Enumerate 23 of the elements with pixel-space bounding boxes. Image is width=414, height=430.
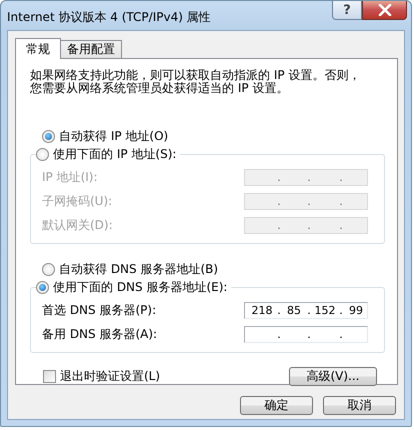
dialog-button[interactable]: 取消 — [323, 396, 396, 415]
tab[interactable]: 备用配置 — [60, 40, 122, 58]
description-text: 如果网络支持此功能，则可以获取自动指派的 IP 设置。否则，您需要从网络系统管理员处获得适当的 IP 设置。 — [30, 69, 362, 95]
advanced-button[interactable]: 高级(V)... — [289, 367, 377, 386]
field-label: IP 地址(I): — [42, 168, 98, 186]
ip-field[interactable]: . . . — [244, 326, 368, 342]
field-label: 默认网关(D): — [42, 216, 113, 234]
ip-field[interactable]: 218 . 85 . 152 . 99 — [244, 302, 368, 318]
field-label: 子网掩码(U): — [42, 192, 112, 210]
window-title: Internet 协议版本 4 (TCP/IPv4) 属性 — [7, 9, 212, 26]
help-button[interactable]: ? — [332, 1, 362, 20]
tab[interactable]: 常规 — [15, 38, 61, 59]
checkbox-label[interactable]: 退出时验证设置(L) — [60, 368, 160, 385]
dialog-button[interactable]: 确定 — [240, 396, 313, 415]
field-label: 首选 DNS 服务器(P): — [42, 302, 156, 318]
radio-button[interactable] — [36, 280, 49, 294]
radio-label[interactable]: 自动获得 DNS 服务器地址(B) — [59, 260, 218, 278]
radio-button[interactable] — [42, 262, 55, 276]
checkbox[interactable] — [43, 370, 56, 383]
close-icon — [378, 4, 392, 16]
close-button[interactable] — [362, 1, 407, 20]
field-label: 备用 DNS 服务器(A): — [42, 326, 158, 342]
radio-label[interactable]: 使用下面的 DNS 服务器地址(E): — [53, 278, 228, 296]
